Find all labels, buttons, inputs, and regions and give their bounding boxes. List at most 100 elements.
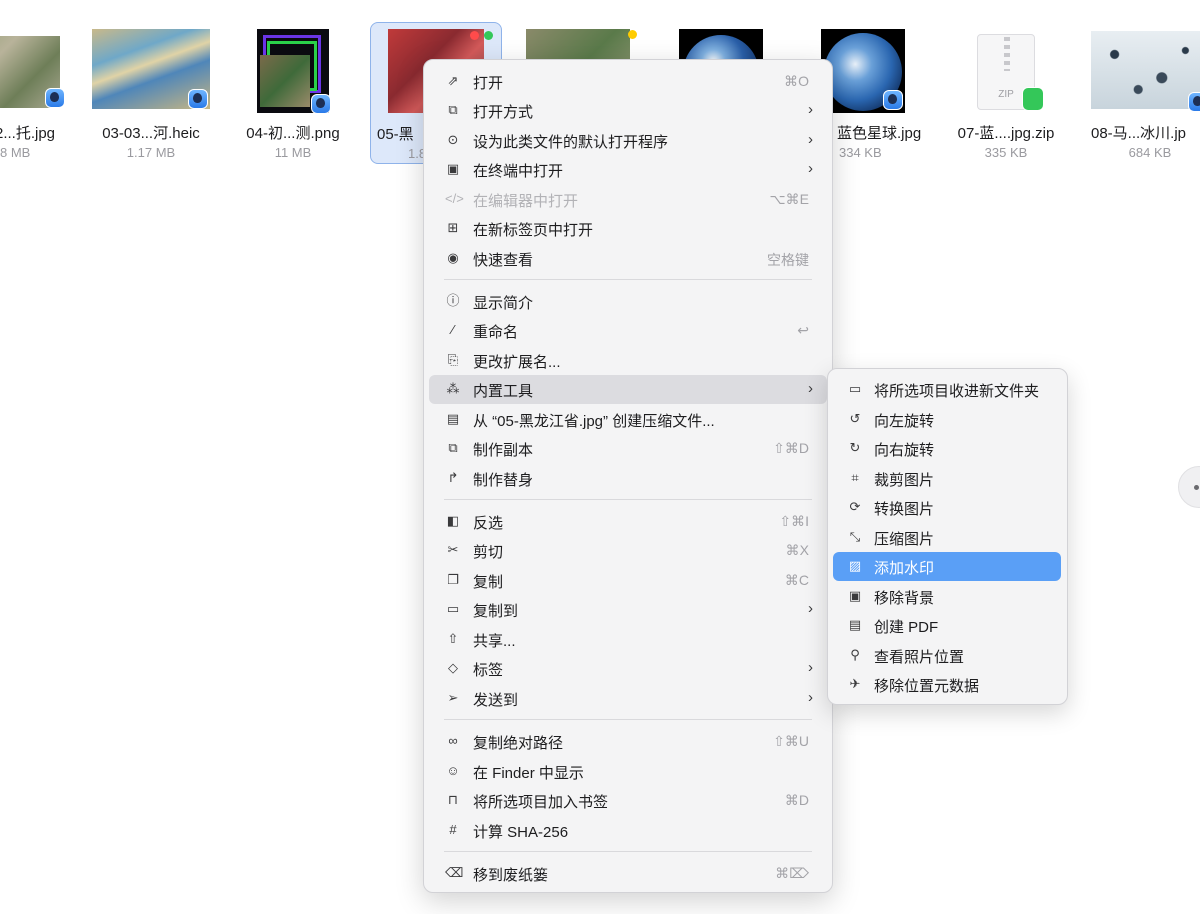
file-name: 08-马...冰川.jp (1091, 125, 1187, 142)
chevron-right-icon: › (808, 659, 813, 676)
file-item[interactable]: ZIP 07-蓝....jpg.zip 335 KB (940, 22, 1072, 164)
submenu-item-crop-image[interactable]: ⌗ 裁剪图片 (833, 464, 1061, 493)
menu-item-tags[interactable]: ◇ 标签 › (429, 654, 827, 683)
menu-item-rename[interactable]: ⁄ 重命名 ↩ (429, 316, 827, 345)
submenu-item-label: 压缩图片 (874, 531, 935, 548)
submenu-item-convert-image[interactable]: ⟳ 转换图片 (833, 493, 1061, 522)
context-menu: ⇗ 打开 ⌘O ⧉ 打开方式 › ⊙ 设为此类文件的默认打开程序 › ▣ 在终端… (423, 59, 833, 893)
link-icon: ∞ (448, 733, 458, 748)
yellow-status-dot (628, 30, 637, 39)
send-icon: ➢ (447, 690, 459, 705)
menu-item-copy-absolute-path[interactable]: ∞ 复制绝对路径 ⇧⌘U (429, 727, 827, 756)
chevron-right-icon: › (808, 160, 813, 177)
side-scroll-button[interactable] (1178, 466, 1200, 508)
share-icon: ⇧ (447, 631, 459, 646)
archive-icon: ▤ (446, 411, 460, 426)
menu-item-label: 在终端中打开 (473, 163, 564, 180)
menu-item-label: 更改扩展名... (473, 354, 561, 371)
remove-background-icon: ▣ (848, 588, 862, 603)
submenu-item-label: 移除背景 (874, 590, 935, 607)
submenu-item-label: 添加水印 (874, 560, 935, 577)
menu-item-open[interactable]: ⇗ 打开 ⌘O (429, 67, 827, 96)
submenu-item-compress-image[interactable]: ⤡ 压缩图片 (833, 523, 1061, 552)
submenu-item-label: 将所选项目收进新文件夹 (874, 383, 1040, 400)
submenu-item-remove-background[interactable]: ▣ 移除背景 (833, 582, 1061, 611)
alias-icon: ↱ (447, 470, 459, 485)
menu-item-create-archive[interactable]: ▤ 从 “05-黑龙江省.jpg” 创建压缩文件... (429, 405, 827, 434)
menu-item-label: 显示简介 (473, 295, 534, 312)
menu-divider (444, 851, 812, 852)
file-size: 684 KB (1128, 145, 1172, 160)
menu-item-shortcut: ⇧⌘I (779, 513, 809, 529)
menu-item-shortcut: ⌘X (785, 542, 809, 558)
menu-item-show-in-finder[interactable]: ☺ 在 Finder 中显示 (429, 757, 827, 786)
terminal-icon: ▣ (446, 161, 460, 176)
menu-item-make-alias[interactable]: ↱ 制作替身 (429, 464, 827, 493)
menu-divider (444, 499, 812, 500)
rotate-left-icon: ↺ (849, 411, 861, 426)
submenu-item-label: 创建 PDF (874, 619, 939, 636)
preview-app-icon (45, 88, 65, 108)
pdf-icon: ▤ (848, 617, 862, 632)
submenu-item-new-folder-with-selection[interactable]: ▭ 将所选项目收进新文件夹 (833, 375, 1061, 404)
default-app-icon: ⊙ (447, 132, 459, 147)
chevron-right-icon: › (808, 600, 813, 617)
submenu-item-create-pdf[interactable]: ▤ 创建 PDF (833, 611, 1061, 640)
file-item[interactable]: 2...托.jpg 8 MB (0, 22, 67, 164)
info-icon: ⓘ (446, 293, 460, 308)
submenu-item-view-photo-location[interactable]: ⚲ 查看照片位置 (833, 641, 1061, 670)
file-name: 05-黑 (377, 126, 414, 143)
invert-selection-icon: ◧ (446, 513, 460, 528)
menu-item-built-in-tools[interactable]: ⁂ 内置工具 › (429, 375, 827, 404)
submenu-item-add-watermark[interactable]: ▨ 添加水印 (833, 552, 1061, 581)
menu-item-label: 复制绝对路径 (473, 735, 564, 752)
menu-item-shortcut: ⌥⌘E (769, 191, 809, 207)
submenu-item-label: 裁剪图片 (874, 472, 935, 489)
menu-item-invert-selection[interactable]: ◧ 反选 ⇧⌘I (429, 507, 827, 536)
watermark-icon: ▨ (848, 558, 862, 573)
menu-item-get-info[interactable]: ⓘ 显示简介 (429, 287, 827, 316)
menu-item-label: 计算 SHA-256 (473, 824, 569, 841)
menu-item-duplicate[interactable]: ⧉ 制作副本 ⇧⌘D (429, 434, 827, 463)
folder-icon: ▭ (446, 601, 460, 616)
submenu-item-label: 转换图片 (874, 501, 935, 518)
menu-item-label: 设为此类文件的默认打开程序 (473, 134, 669, 151)
menu-item-label: 移到废纸篓 (473, 867, 549, 884)
file-name: 04-初...测.png (246, 125, 340, 142)
new-tab-icon: ⊞ (447, 220, 459, 235)
menu-item-shortcut: ↩ (797, 322, 809, 338)
menu-item-set-default-app[interactable]: ⊙ 设为此类文件的默认打开程序 › (429, 126, 827, 155)
menu-item-copy[interactable]: ❐ 复制 ⌘C (429, 566, 827, 595)
menu-item-label: 剪切 (473, 544, 504, 561)
menu-item-open-with[interactable]: ⧉ 打开方式 › (429, 96, 827, 125)
file-item[interactable]: 03-03...河.heic 1.17 MB (85, 22, 217, 164)
menu-divider (444, 719, 812, 720)
menu-item-label: 发送到 (473, 692, 519, 709)
menu-item-change-extension[interactable]: ⎘ 更改扩展名... (429, 346, 827, 375)
submenu-item-rotate-left[interactable]: ↺ 向左旋转 (833, 405, 1061, 434)
copy-icon: ❐ (447, 572, 459, 587)
file-item[interactable]: 08-马...冰川.jp 684 KB (1084, 22, 1200, 164)
file-size: 335 KB (984, 145, 1028, 160)
location-pin-icon: ⚲ (850, 647, 860, 662)
menu-item-copy-to[interactable]: ▭ 复制到 › (429, 595, 827, 624)
menu-item-sha256[interactable]: # 计算 SHA-256 (429, 816, 827, 845)
file-item[interactable]: 04-初...测.png 11 MB (227, 22, 359, 164)
preview-app-icon (1188, 92, 1200, 112)
menu-item-move-to-trash[interactable]: ⌫ 移到废纸篓 ⌘⌦ (429, 859, 827, 888)
finder-icon: ☺ (446, 763, 460, 778)
submenu-item-remove-location-metadata[interactable]: ✈ 移除位置元数据 (833, 670, 1061, 699)
menu-item-open-in-terminal[interactable]: ▣ 在终端中打开 › (429, 155, 827, 184)
built-in-tools-submenu: ▭ 将所选项目收进新文件夹 ↺ 向左旋转 ↻ 向右旋转 ⌗ 裁剪图片 ⟳ 转换图… (827, 368, 1068, 705)
rotate-right-icon: ↻ (849, 440, 861, 455)
submenu-item-rotate-right[interactable]: ↻ 向右旋转 (833, 434, 1061, 463)
menu-item-add-bookmark[interactable]: ⊓ 将所选项目加入书签 ⌘D (429, 786, 827, 815)
menu-item-share[interactable]: ⇧ 共享... (429, 625, 827, 654)
menu-item-quick-look[interactable]: ◉ 快速查看 空格键 (429, 244, 827, 273)
menu-item-cut[interactable]: ✂ 剪切 ⌘X (429, 536, 827, 565)
menu-item-open-in-new-tab[interactable]: ⊞ 在新标签页中打开 (429, 214, 827, 243)
app-badge-icon (1022, 87, 1044, 111)
scissors-icon: ✂ (447, 542, 459, 557)
file-size: 11 MB (274, 145, 312, 160)
menu-item-send-to[interactable]: ➢ 发送到 › (429, 684, 827, 713)
